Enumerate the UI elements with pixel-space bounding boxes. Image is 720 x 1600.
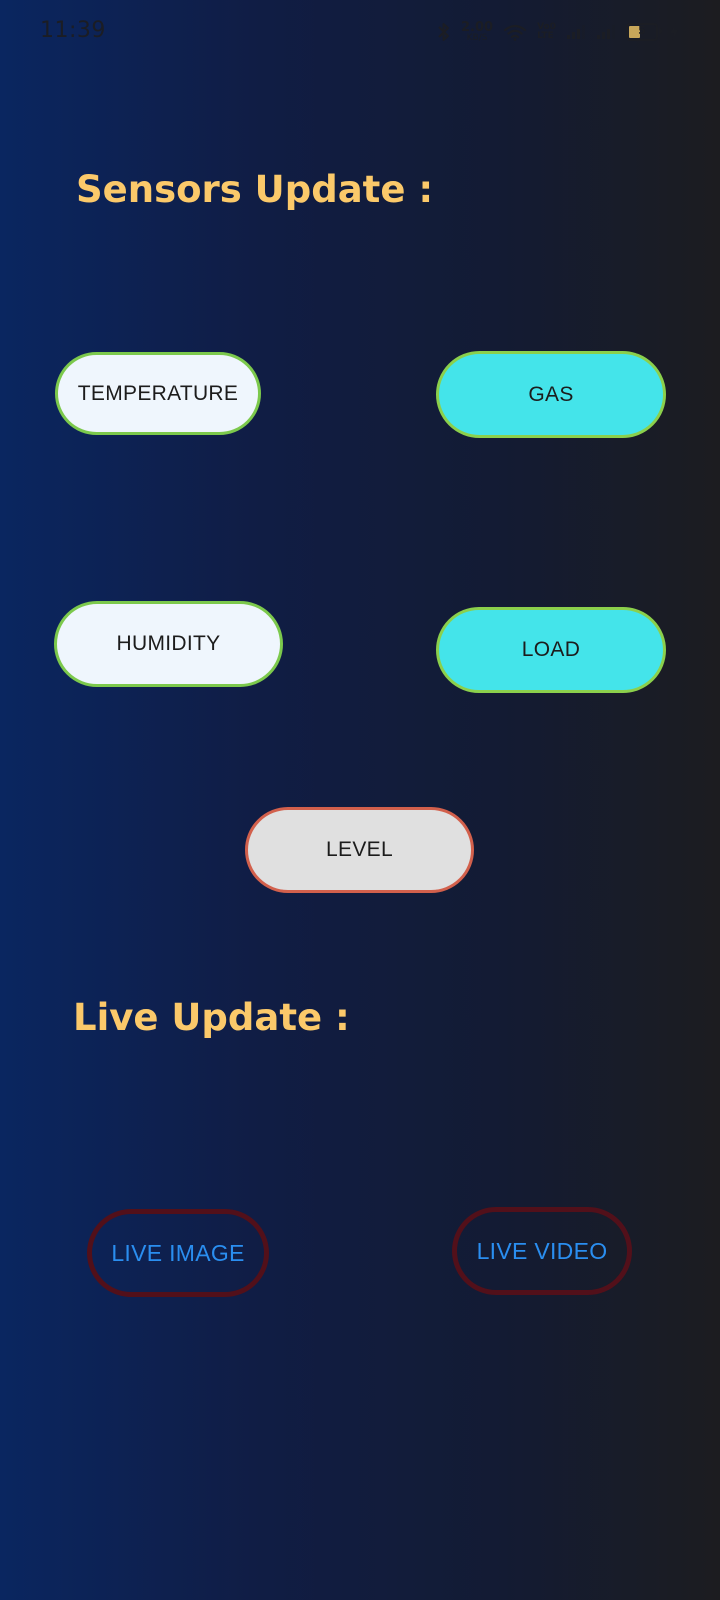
battery-level: 5 — [638, 24, 646, 37]
status-icons: 2.00 KB/S Vo0 LTE 5 — [437, 18, 680, 46]
status-time: 11:39 — [40, 18, 106, 43]
battery-icon: 5 — [626, 23, 662, 41]
volte-bottom: LTE — [537, 31, 554, 41]
wifi-icon — [503, 23, 527, 41]
bluetooth-icon — [437, 22, 451, 42]
status-bar: 11:39 2.00 KB/S Vo0 LTE 5 — [0, 0, 720, 64]
signal-icon — [566, 24, 586, 40]
level-button[interactable]: LEVEL — [245, 807, 474, 893]
sensors-update-title: Sensors Update : — [76, 168, 434, 211]
volte-indicator: Vo0 LTE — [537, 23, 556, 41]
network-speed: 2.00 KB/S — [461, 21, 493, 43]
charging-icon — [668, 22, 680, 42]
signal-icon — [596, 24, 616, 40]
temperature-button[interactable]: TEMPERATURE — [55, 352, 261, 435]
humidity-button[interactable]: HUMIDITY — [54, 601, 283, 687]
live-video-button[interactable]: LIVE VIDEO — [452, 1207, 632, 1295]
load-button[interactable]: LOAD — [436, 607, 666, 693]
network-speed-unit: KB/S — [466, 33, 488, 43]
live-update-title: Live Update : — [73, 996, 350, 1039]
gas-button[interactable]: GAS — [436, 351, 666, 438]
live-image-button[interactable]: LIVE IMAGE — [87, 1209, 269, 1297]
